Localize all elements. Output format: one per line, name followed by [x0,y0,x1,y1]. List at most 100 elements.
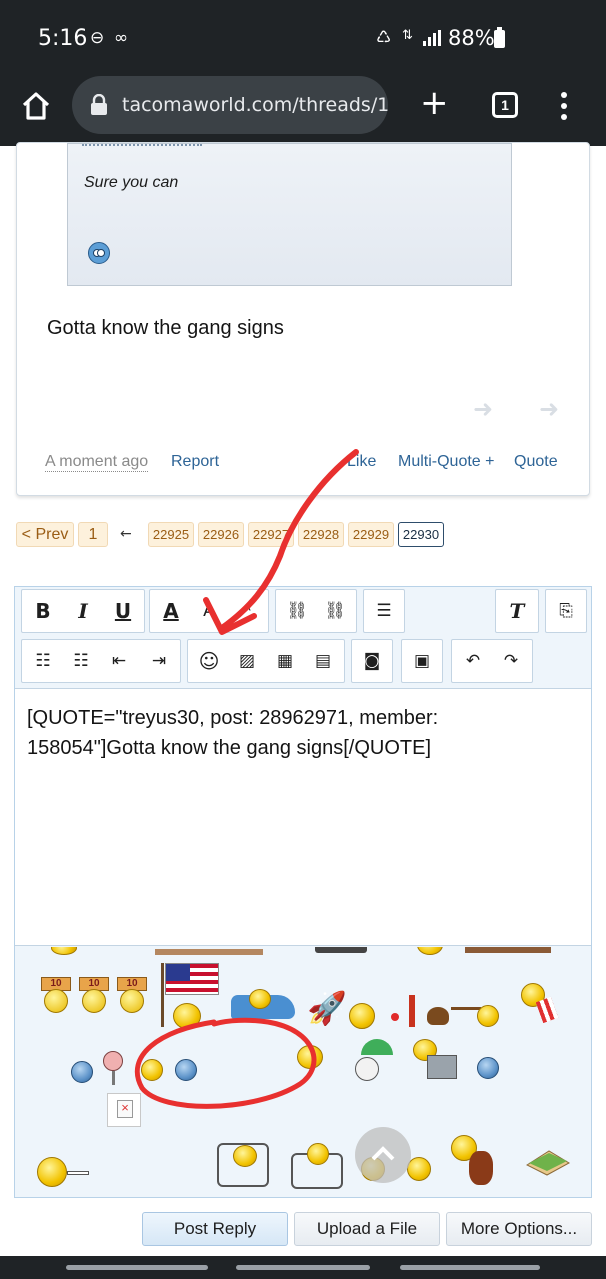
smilie-item[interactable] [155,949,263,955]
outdent-icon[interactable]: ⇤ [100,640,138,682]
media-icon[interactable]: ▦ [266,640,304,682]
page-link[interactable]: 22928 [298,522,344,547]
page-link[interactable]: 22927 [248,522,294,547]
medal-smilie[interactable]: 10 [41,977,71,1015]
post-timestamp[interactable]: A moment ago [45,453,149,472]
drummer-smilie-face [233,1145,257,1167]
scroll-top-button[interactable] [355,1127,411,1183]
multi-quote-link[interactable]: Multi-Quote + [398,453,494,471]
like-link[interactable]: Like [347,453,376,471]
bold-button[interactable]: B [24,590,62,632]
system-nav-bar [0,1256,606,1279]
poop-smilie[interactable] [427,1007,449,1025]
report-link[interactable]: Report [171,453,219,471]
page-link[interactable]: 22929 [348,522,394,547]
save-draft-icon[interactable]: ▣ [403,640,441,682]
history-group: ↶ ↷ [451,639,533,683]
voicemail-icon: ∞ [114,28,129,48]
code-block-icon[interactable]: ▤ [304,640,342,682]
camera-group: ◙ [351,639,393,683]
smilie-item[interactable] [315,947,367,953]
page-link[interactable]: 22925 [148,522,194,547]
font-group: A A ᴬ [149,589,269,633]
tab-switcher-button[interactable]: 1 [492,92,518,118]
smilie-item[interactable] [417,947,443,955]
quote-block: Sure you can [67,143,512,286]
prev-post-arrow-icon[interactable]: ➜ [473,395,493,423]
lollipop-stick [112,1071,115,1085]
lollipop-smilie[interactable] [103,1051,123,1071]
pie-smilie-face[interactable] [477,1005,499,1027]
post-reply-button[interactable]: Post Reply [142,1212,288,1246]
medal-smilie[interactable]: 10 [117,977,147,1015]
us-flag-smilie[interactable] [165,963,219,995]
pie-smilie-stick [451,1007,481,1010]
upload-file-button[interactable]: Upload a File [294,1212,440,1246]
violin-smilie-instrument [469,1151,493,1185]
waving-smilie[interactable] [297,1045,323,1069]
clock-smilie-bar [409,995,415,1027]
page-link[interactable]: 22926 [198,522,244,547]
wink-smilie[interactable] [141,1059,163,1081]
home-icon[interactable] [18,88,54,124]
link-group: ⛓ ⛓ [275,589,357,633]
smilie-icon [88,242,110,264]
umbrella-smilie[interactable] [361,1039,393,1055]
quote-attribution [82,136,202,146]
prev-page-button[interactable]: < Prev [16,522,74,547]
overflow-menu-icon[interactable] [561,92,567,120]
font-family-button[interactable]: ᴬ [228,590,266,632]
indent-icon[interactable]: ⇥ [140,640,178,682]
page-ellipsis: ← [120,526,132,542]
message-textarea[interactable]: [QUOTE="treyus30, post: 28962971, member… [15,688,591,946]
undo-icon[interactable]: ↶ [454,640,492,682]
redo-icon[interactable]: ↷ [492,640,530,682]
align-group: ☰ [363,589,405,633]
broken-image-icon[interactable] [107,1093,141,1127]
blue-smilie[interactable] [71,1061,93,1083]
bullet-list-icon[interactable]: ☷ [24,640,62,682]
remove-format-button[interactable]: T [498,590,536,632]
battery-icon [494,27,505,48]
quote-text: Sure you can [84,174,179,191]
medal-smilie[interactable]: 10 [79,977,109,1015]
font-color-button[interactable]: A [152,590,190,632]
recycle-icon: ♺ [376,28,392,48]
font-size-button[interactable]: A [190,590,228,632]
clock-smilie[interactable] [349,1003,375,1029]
page-first[interactable]: 1 [78,522,108,547]
toggle-bbcode-icon[interactable]: ⎘ [547,590,585,632]
link-icon[interactable]: ⛓ [278,590,316,632]
insert-group: ☺ ▨ ▦ ▤ [187,639,345,683]
underline-button[interactable]: U [104,590,142,632]
numbered-list-icon[interactable]: ☷ [62,640,100,682]
more-options-button[interactable]: More Options... [446,1212,592,1246]
unlink-icon[interactable]: ⛓ [316,590,354,632]
smilie-item[interactable] [51,947,77,955]
selected-blue-smilie[interactable] [175,1059,197,1081]
italic-button[interactable]: I [64,590,102,632]
sad-blue-smilie[interactable] [477,1057,499,1079]
next-post-arrow-icon[interactable]: ➜ [539,395,559,423]
umbrella-smilie-face [355,1057,379,1081]
address-bar[interactable]: tacomaworld.com/threads/1s [72,76,388,134]
clock-smilie-dot [391,1013,399,1021]
post-card: Sure you can Gotta know the gang signs ➜… [16,142,590,496]
rasta-smilie[interactable] [37,1157,67,1187]
plane-smilie-face[interactable] [249,989,271,1009]
smilie-item[interactable] [465,947,551,953]
new-tab-icon[interactable]: + [420,86,449,120]
dnd-icon: ⊖ [90,28,105,48]
rocket-smilie[interactable]: 🚀 [307,989,347,1027]
page-current[interactable]: 22930 [398,522,444,547]
popcorn-bag [535,996,559,1024]
align-left-icon[interactable]: ☰ [365,590,403,632]
message-line: 158054"]Gotta know the gang signs[/QUOTE… [27,737,431,759]
quote-link[interactable]: Quote [514,453,558,471]
sandwich-smilie[interactable] [525,1147,571,1177]
camera-icon[interactable]: ◙ [353,640,391,682]
data-arrows-icon: ⇅ [402,28,413,43]
image-icon[interactable]: ▨ [228,640,266,682]
flag-smilie-face[interactable] [173,1003,201,1029]
smilies-icon[interactable]: ☺ [190,640,228,682]
